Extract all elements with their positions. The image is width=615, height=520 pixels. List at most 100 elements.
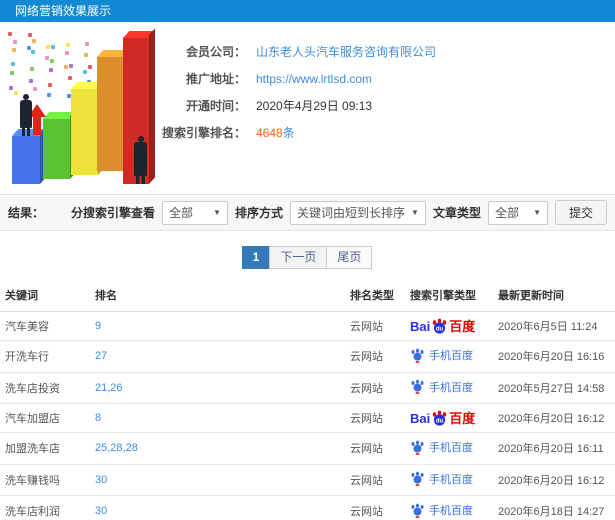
rank-type-cell: 云网站 bbox=[345, 495, 405, 520]
article-type-select[interactable]: 全部 ▼ bbox=[487, 200, 548, 225]
rank-type-cell: 云网站 bbox=[345, 464, 405, 496]
engine-cell: 手机百度 bbox=[405, 372, 493, 404]
rank-link[interactable]: 21,26 bbox=[90, 372, 345, 404]
confetti-dot bbox=[49, 68, 53, 72]
confetti-dot bbox=[30, 67, 34, 71]
last-page-button[interactable]: 尾页 bbox=[326, 246, 373, 269]
table-row: 开洗车行 27 云网站 手机百度 2020年6月20日 16:16 bbox=[0, 340, 615, 373]
illustration-bar bbox=[97, 57, 124, 171]
confetti-dot bbox=[45, 56, 49, 60]
mobile-baidu-label: 手机百度 bbox=[429, 442, 473, 454]
pagination: 1 下一页 尾页 bbox=[0, 246, 615, 269]
engine-cell: Bai du 百度 bbox=[405, 403, 493, 433]
mobile-baidu-paw-icon bbox=[411, 503, 424, 518]
engine-view-select[interactable]: 全部 ▼ bbox=[161, 200, 228, 225]
keyword-cell: 开洗车行 bbox=[0, 340, 90, 373]
mobile-baidu-logo-icon: 手机百度 bbox=[410, 347, 473, 363]
mobile-baidu-paw-icon bbox=[411, 471, 424, 486]
confetti-dot bbox=[50, 59, 54, 63]
updated-time-cell: 2020年6月18日 14:27 bbox=[493, 495, 615, 520]
confetti-dot bbox=[29, 79, 33, 83]
rank-type-cell: 云网站 bbox=[345, 403, 405, 433]
article-type-label: 文章类型 bbox=[432, 206, 481, 220]
col-header-engine: 搜索引擎类型 bbox=[405, 279, 493, 312]
mobile-baidu-logo-icon: 手机百度 bbox=[410, 439, 473, 455]
confetti-dot bbox=[84, 53, 88, 57]
confetti-dot bbox=[88, 65, 92, 69]
updated-time-cell: 2020年6月5日 11:24 bbox=[493, 311, 615, 341]
member-company-link[interactable]: 山东老人头汽车服务咨询有限公司 bbox=[256, 43, 436, 60]
engine-cell: 手机百度 bbox=[405, 432, 493, 465]
svg-text:du: du bbox=[436, 419, 444, 425]
sort-mode-label: 排序方式 bbox=[234, 206, 283, 220]
confetti-dot bbox=[9, 86, 13, 90]
mobile-baidu-paw-icon bbox=[411, 379, 424, 394]
confetti-dot bbox=[11, 62, 15, 66]
illustration-bar bbox=[71, 89, 98, 175]
confetti-dot bbox=[68, 76, 72, 80]
table-row: 洗车店利润 30 云网站 手机百度 2020年6月18日 14:27 bbox=[0, 495, 615, 520]
baidu-paw-icon: du bbox=[433, 318, 447, 334]
businessman-figure-right bbox=[134, 136, 147, 184]
rank-link[interactable]: 27 bbox=[90, 340, 345, 373]
mobile-baidu-paw-icon bbox=[411, 440, 424, 455]
keyword-cell: 洗车赚钱吗 bbox=[0, 464, 90, 496]
engine-cell: 手机百度 bbox=[405, 495, 493, 520]
submit-button[interactable]: 提交 bbox=[554, 200, 607, 225]
col-header-updated: 最新更新时间 bbox=[493, 279, 615, 312]
mobile-baidu-logo-icon: 手机百度 bbox=[410, 502, 473, 518]
engine-rank-row: 搜索引擎排名： 4648条 bbox=[150, 119, 610, 146]
confetti-dot bbox=[12, 48, 16, 52]
rank-link[interactable]: 30 bbox=[90, 495, 345, 520]
promo-url-row: 推广地址： https://www.lrtlsd.com bbox=[150, 65, 610, 92]
confetti-dot bbox=[85, 42, 89, 46]
member-company-row: 会员公司： 山东老人头汽车服务咨询有限公司 bbox=[150, 38, 610, 65]
confetti-dot bbox=[8, 32, 12, 36]
confetti-dot bbox=[65, 51, 69, 55]
result-label: 结果： bbox=[8, 206, 45, 220]
next-page-button[interactable]: 下一页 bbox=[269, 246, 328, 269]
mobile-baidu-label: 手机百度 bbox=[429, 350, 473, 362]
open-time-value: 2020年4月29日 09:13 bbox=[256, 99, 373, 113]
rank-link[interactable]: 25,28,28 bbox=[90, 432, 345, 465]
mobile-baidu-label: 手机百度 bbox=[429, 505, 473, 517]
confetti-dot bbox=[66, 43, 70, 47]
confetti-dot bbox=[33, 87, 37, 91]
page-title: 网络营销效果展示 bbox=[15, 4, 112, 18]
confetti-dot bbox=[32, 39, 36, 43]
table-row: 洗车赚钱吗 30 云网站 手机百度 2020年6月20日 16:12 bbox=[0, 464, 615, 496]
col-header-keyword: 关键词 bbox=[0, 279, 90, 312]
keyword-cell: 洗车店利润 bbox=[0, 495, 90, 520]
confetti-dot bbox=[64, 65, 68, 69]
promo-url-label: 推广地址： bbox=[185, 72, 246, 86]
updated-time-cell: 2020年5月27日 14:58 bbox=[493, 372, 615, 404]
updated-time-cell: 2020年6月20日 16:16 bbox=[493, 340, 615, 373]
confetti-dot bbox=[28, 33, 32, 37]
baidu-logo-icon: Bai du 百度 bbox=[410, 318, 476, 334]
baidu-paw-icon: du bbox=[433, 410, 447, 426]
page: 网络营销效果展示 会员公司： 山东老人头汽车服务咨询有限公司 推广地址： htt… bbox=[0, 0, 615, 520]
keyword-cell: 汽车加盟店 bbox=[0, 403, 90, 433]
confetti-dot bbox=[14, 91, 18, 95]
table-row: 汽车美容 9 云网站 Bai du 百度 2020年6月5日 11:24 bbox=[0, 311, 615, 341]
col-header-ranktype: 排名类型 bbox=[345, 279, 405, 312]
sort-mode-select[interactable]: 关键词由短到长排序 ▼ bbox=[289, 200, 426, 225]
page-title-bar: 网络营销效果展示 bbox=[0, 0, 615, 22]
illustration-bar bbox=[43, 119, 70, 179]
promo-url-link[interactable]: https://www.lrtlsd.com bbox=[256, 72, 372, 86]
baidu-logo-icon: Bai du 百度 bbox=[410, 410, 476, 426]
page-number-current[interactable]: 1 bbox=[241, 246, 271, 269]
updated-time-cell: 2020年6月20日 16:12 bbox=[493, 403, 615, 433]
engine-rank-unit: 条 bbox=[282, 126, 295, 140]
updated-time-cell: 2020年6月20日 16:11 bbox=[493, 432, 615, 465]
confetti-dot bbox=[51, 45, 55, 49]
chevron-down-icon: ▼ bbox=[411, 208, 419, 217]
rank-link[interactable]: 8 bbox=[90, 403, 345, 433]
engine-cell: Bai du 百度 bbox=[405, 311, 493, 341]
rank-link[interactable]: 9 bbox=[90, 311, 345, 341]
rank-link[interactable]: 30 bbox=[90, 464, 345, 496]
rank-type-cell: 云网站 bbox=[345, 372, 405, 404]
confetti-dot bbox=[47, 93, 51, 97]
keyword-ranking-table: 关键词 排名 排名类型 搜索引擎类型 最新更新时间 汽车美容 9 云网站 Bai d… bbox=[0, 279, 615, 520]
chevron-down-icon: ▼ bbox=[533, 208, 541, 217]
